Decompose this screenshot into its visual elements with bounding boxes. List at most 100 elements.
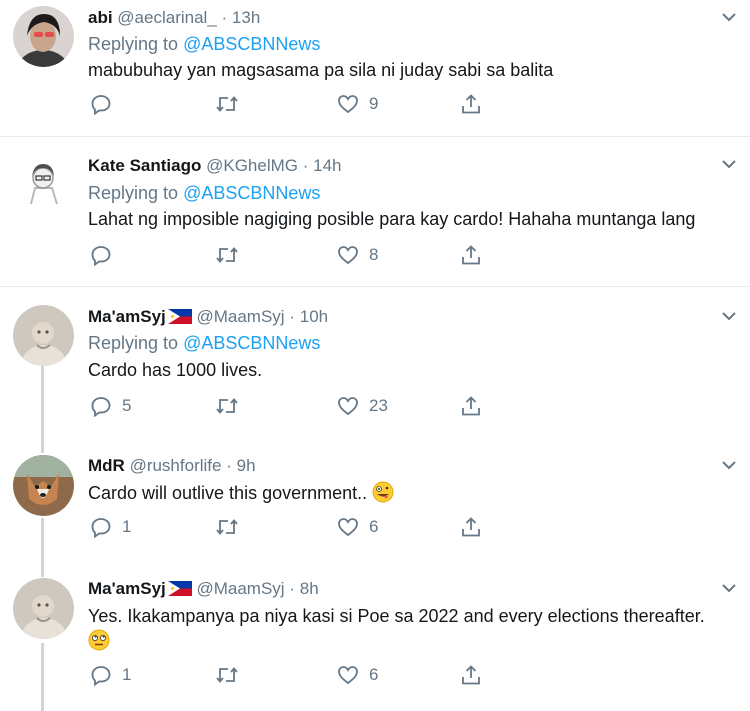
reply-icon [91, 246, 111, 266]
like-button[interactable]: 8 [337, 244, 378, 266]
display-name[interactable]: abi [88, 8, 113, 27]
tweet-actions: 1 6 [88, 664, 508, 688]
share-icon [462, 665, 480, 685]
like-icon [338, 518, 358, 537]
display-name[interactable]: Ma'amSyj [88, 307, 166, 326]
tweet[interactable]: MdR @rushforlife · 9h Cardo will outlive… [0, 447, 750, 573]
tweet[interactable]: abi @aeclarinal_ · 13h Replying to @ABSC… [0, 0, 750, 137]
share-button[interactable] [460, 244, 482, 266]
like-button[interactable]: 6 [337, 664, 378, 686]
avatar[interactable] [13, 305, 74, 366]
replying-to-label: Replying to [88, 183, 179, 203]
separator-dot: · [221, 8, 228, 27]
thread-connector [41, 518, 44, 573]
replying-to-label: Replying to [88, 34, 179, 54]
chevron-down-icon[interactable] [722, 12, 736, 22]
share-icon [462, 396, 480, 416]
tweet-header: Ma'amSyj @MaamSyj · 10h [88, 306, 328, 328]
username[interactable]: @rushforlife [130, 456, 222, 475]
retweet-button[interactable] [215, 244, 239, 266]
zany-face-emoji [372, 481, 394, 503]
chevron-down-icon[interactable] [722, 311, 736, 321]
timestamp[interactable]: 13h [232, 8, 260, 27]
retweet-button[interactable] [215, 395, 239, 417]
chevron-down-icon[interactable] [722, 159, 736, 169]
retweet-icon [216, 96, 238, 112]
tweet-actions: 5 23 [88, 395, 508, 419]
tweet-header: MdR @rushforlife · 9h [88, 455, 256, 477]
retweet-button[interactable] [215, 516, 239, 538]
like-icon [338, 246, 358, 265]
username[interactable]: @aeclarinal_ [117, 8, 216, 27]
reply-button[interactable]: 1 [90, 664, 131, 686]
separator-dot: · [289, 579, 295, 598]
username[interactable]: @MaamSyj [196, 579, 284, 598]
tweet-actions: 1 6 [88, 516, 508, 540]
reply-icon [91, 397, 111, 417]
separator-dot: · [226, 456, 232, 475]
display-name[interactable]: Ma'amSyj [88, 579, 166, 598]
username[interactable]: @KGhelMG [206, 156, 298, 175]
like-icon [338, 95, 358, 114]
mention-link[interactable]: @ABSCBNNews [183, 333, 320, 353]
display-name[interactable]: Kate Santiago [88, 156, 201, 175]
tweet[interactable]: Ma'amSyj @MaamSyj · 10h Replying to @ABS… [0, 287, 750, 447]
timestamp[interactable]: 14h [313, 156, 341, 175]
chevron-down-icon[interactable] [722, 460, 736, 470]
share-button[interactable] [460, 395, 482, 417]
replying-to: Replying to @ABSCBNNews [88, 33, 320, 55]
share-button[interactable] [460, 664, 482, 686]
avatar[interactable] [13, 578, 74, 639]
tweet-header: Kate Santiago @KGhelMG · 14h [88, 155, 342, 177]
retweet-button[interactable] [215, 93, 239, 115]
tweet-header: abi @aeclarinal_ · 13h [88, 7, 260, 29]
tweet-text: Lahat ng imposible nagiging posible para… [88, 209, 696, 229]
replying-to-label: Replying to [88, 333, 179, 353]
retweet-icon [216, 667, 238, 683]
retweet-button[interactable] [215, 664, 239, 686]
chevron-down-icon[interactable] [722, 583, 736, 593]
avatar[interactable] [13, 154, 74, 215]
display-name[interactable]: MdR [88, 456, 125, 475]
reply-icon [91, 518, 111, 538]
reply-count: 1 [122, 665, 132, 684]
like-count: 6 [369, 517, 379, 536]
thread-connector [41, 447, 44, 453]
tweet-header: Ma'amSyj @MaamSyj · 8h [88, 578, 319, 600]
retweet-icon [216, 519, 238, 535]
like-count: 6 [369, 665, 379, 684]
reply-button[interactable] [90, 93, 122, 115]
timestamp[interactable]: 10h [300, 307, 328, 326]
separator-dot: · [302, 156, 309, 175]
timestamp[interactable]: 9h [237, 456, 256, 475]
replying-to: Replying to @ABSCBNNews [88, 182, 320, 204]
avatar[interactable] [13, 6, 74, 67]
reply-icon [91, 95, 111, 115]
reply-button[interactable]: 1 [90, 516, 131, 538]
thread-connector [41, 365, 44, 447]
tweet-text: mabubuhay yan magsasama pa sila ni juday… [88, 60, 554, 80]
share-icon [462, 94, 480, 114]
like-button[interactable]: 6 [337, 516, 378, 538]
reply-count: 5 [122, 396, 132, 415]
mention-link[interactable]: @ABSCBNNews [183, 34, 320, 54]
like-button[interactable]: 9 [337, 93, 378, 115]
philippines-flag-icon [167, 309, 192, 324]
tweet[interactable]: Ma'amSyj @MaamSyj · 8h Yes. Ikakampanya … [0, 573, 750, 711]
timestamp[interactable]: 8h [300, 579, 319, 598]
like-count: 8 [369, 245, 379, 264]
mention-link[interactable]: @ABSCBNNews [183, 183, 320, 203]
share-button[interactable] [460, 93, 482, 115]
share-icon [462, 245, 480, 265]
reply-count: 1 [122, 517, 132, 536]
tweet[interactable]: Kate Santiago @KGhelMG · 14h Replying to… [0, 137, 750, 287]
username[interactable]: @MaamSyj [196, 307, 284, 326]
avatar[interactable] [13, 455, 74, 516]
reply-button[interactable]: 5 [90, 395, 131, 417]
reply-icon [91, 666, 111, 686]
tweet-actions: 9 [88, 93, 508, 117]
share-button[interactable] [460, 516, 482, 538]
like-button[interactable]: 23 [337, 395, 388, 417]
replying-to: Replying to @ABSCBNNews [88, 332, 320, 354]
reply-button[interactable] [90, 244, 122, 266]
